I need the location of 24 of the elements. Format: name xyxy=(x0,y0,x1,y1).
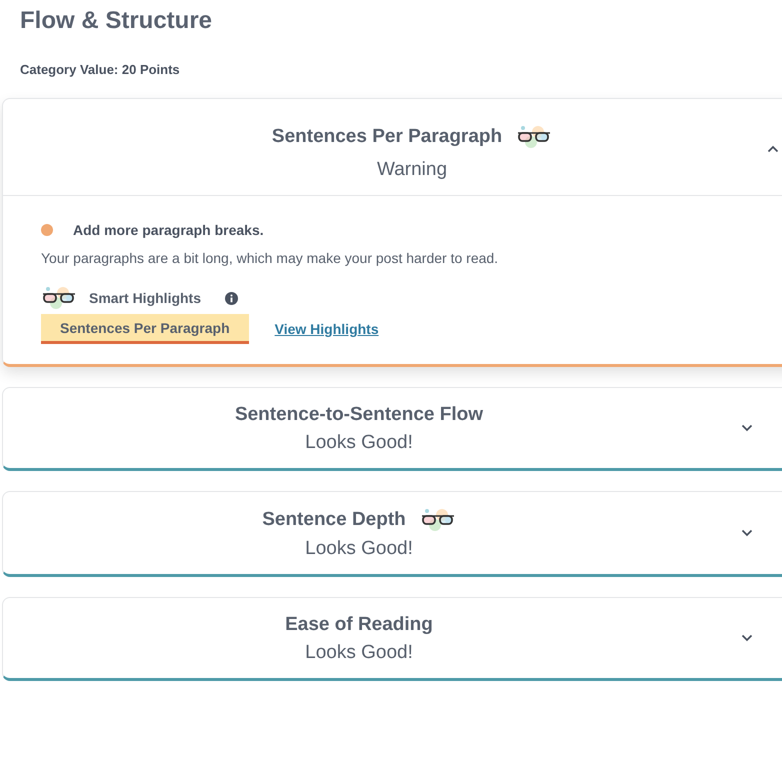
issue-title: Add more paragraph breaks. xyxy=(73,222,264,238)
section-title: Sentence Depth xyxy=(262,509,406,531)
section-title: Sentences Per Paragraph xyxy=(272,126,502,148)
expand-chevron-icon[interactable] xyxy=(741,424,753,432)
info-icon[interactable] xyxy=(225,292,238,304)
status-dot xyxy=(41,224,53,236)
glasses-icon xyxy=(516,125,552,149)
issue-explanation: Your paragraphs are a bit long, which may make your post harder to read. xyxy=(41,250,500,266)
section-status: Looks Good! xyxy=(305,642,413,664)
section-status: Looks Good! xyxy=(305,432,413,454)
section-title: Ease of Reading xyxy=(285,614,433,636)
section-status: Warning xyxy=(376,159,448,181)
collapse-chevron-icon[interactable] xyxy=(767,145,779,153)
section-title: Sentence-to-Sentence Flow xyxy=(234,404,484,426)
view-highlights-link[interactable]: View Highlights xyxy=(274,321,379,337)
glasses-icon xyxy=(420,508,456,532)
expand-chevron-icon[interactable] xyxy=(741,529,753,537)
page-title: Flow & Structure xyxy=(19,6,214,36)
smart-highlights-label: Smart Highlights xyxy=(89,290,202,306)
category-value: Category Value: 20 Points xyxy=(19,61,181,78)
expand-chevron-icon[interactable] xyxy=(741,634,753,642)
glasses-icon xyxy=(41,286,77,310)
highlight-tag[interactable]: Sentences Per Paragraph xyxy=(41,314,249,344)
section-status: Looks Good! xyxy=(305,538,413,560)
